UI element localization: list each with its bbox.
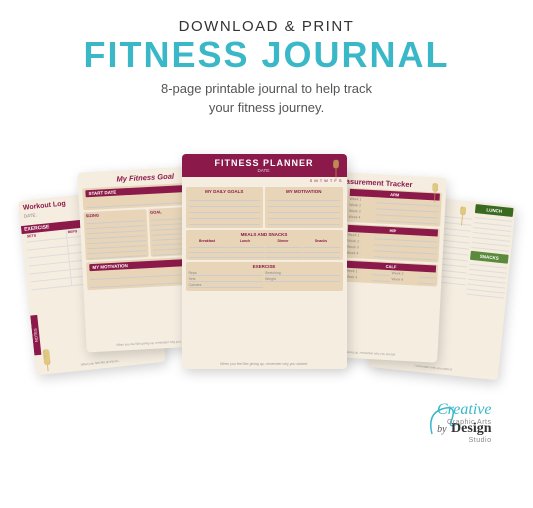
measure-tables: ARM Week 1 Week 2 Week 3 Week 4 HIP Week… — [343, 187, 442, 288]
meals-section: MEALS AND SNACKS Breakfast Lunch Dinner … — [186, 230, 343, 260]
snacks-column: SNACKS — [466, 250, 508, 298]
header-section: DOWNLOAD & PRINT FITNESS JOURNAL 8-page … — [83, 0, 449, 118]
planner-title: FITNESS PLANNER — [188, 158, 341, 168]
daily-goals-section: MY DAILY GOALS — [186, 187, 264, 228]
hip-section: HIP Week 1 Week 2 Week 3 Week 4 — [344, 223, 440, 262]
planner-header: FITNESS PLANNER DATE: — [182, 154, 347, 177]
exercise-section: EXERCISE Reps Sets Calories Stretching W… — [186, 262, 343, 291]
wheat-deco-food — [453, 203, 471, 227]
planner-quote: When you feel like giving up, remember w… — [182, 362, 347, 366]
pages-container: Workout Log DATE: EXERCISE SETS REPS WEI… — [27, 134, 507, 454]
meals-grid: Breakfast Lunch Dinner Snacks — [189, 239, 340, 258]
motivation-section: MY MOTIVATION — [265, 187, 343, 228]
logo-area: Creative by Design Graphic Arts Studio — [422, 399, 492, 449]
main-title: FITNESS JOURNAL — [83, 35, 449, 75]
wheat-deco-measure — [426, 180, 443, 203]
logo-studio: Graphic Arts Studio — [447, 419, 492, 444]
subtitle: 8-page printable journal to help track y… — [83, 79, 449, 118]
planner-days: SMTWTFS — [182, 177, 347, 184]
planner-body: MY DAILY GOALS MY MOTIVATION MEALS AND S… — [182, 184, 347, 294]
top-label: DOWNLOAD & PRINT — [83, 18, 449, 35]
wheat-deco-planner — [328, 157, 344, 179]
fitness-planner-page: FITNESS PLANNER DATE: SMTWTFS MY DAILY G… — [182, 154, 347, 369]
calf-section: CALF Week 1 Week 3 Week 2 Week 4 — [343, 259, 438, 286]
lunch-column: LUNCH — [471, 204, 513, 252]
planner-date: DATE: — [188, 168, 341, 173]
